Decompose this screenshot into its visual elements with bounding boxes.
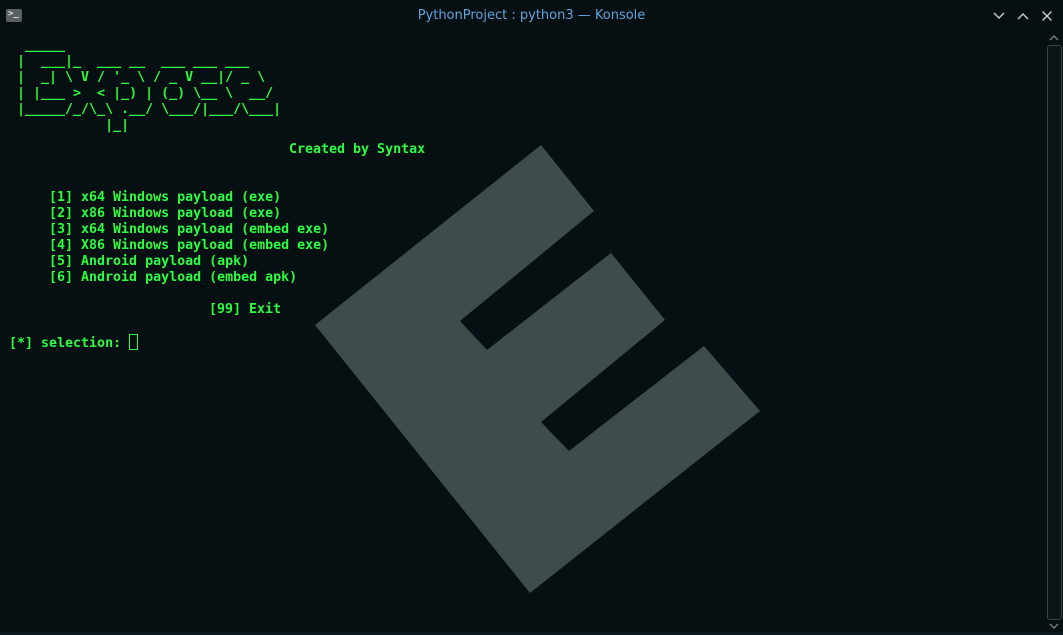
vertical-scrollbar[interactable] xyxy=(1045,32,1063,632)
credit-line: Created by Syntax xyxy=(289,142,426,157)
maximize-button[interactable] xyxy=(1015,8,1031,24)
minimize-button[interactable] xyxy=(991,8,1007,24)
watermark-logo xyxy=(315,145,760,593)
chevron-down-icon xyxy=(993,12,1005,19)
menu-option-exit: [99] Exit xyxy=(209,302,282,317)
chevron-up-icon xyxy=(1017,13,1029,20)
text-cursor[interactable] xyxy=(129,334,139,350)
watermark-e-shape xyxy=(315,145,760,593)
menu-option-3: [3] x64 Windows payload (embed exe) xyxy=(49,222,330,237)
menu-option-5: [5] Android payload (apk) xyxy=(49,254,250,269)
close-button[interactable] xyxy=(1039,8,1055,24)
prompt-label: [*] selection: xyxy=(9,336,130,351)
scrollbar-thumb[interactable] xyxy=(1047,45,1062,620)
menu-option-4: [4] X86 Windows payload (embed exe) xyxy=(49,238,330,253)
ascii-logo-line-3: | _| \ V / '_ \ / _ V __|/ _ \ xyxy=(9,70,266,85)
menu-option-1: [1] x64 Windows payload (exe) xyxy=(49,190,282,205)
prompt-line[interactable]: [*] selection: xyxy=(9,334,139,351)
ascii-logo-line-6: |_| xyxy=(9,118,130,133)
ascii-logo-line-1: _____ xyxy=(9,38,66,53)
konsole-window: >_ PythonProject : python3 — Konsole ___… xyxy=(0,0,1063,635)
scroll-up-arrow-icon[interactable] xyxy=(1046,32,1062,44)
title-bar[interactable]: >_ PythonProject : python3 — Konsole xyxy=(0,0,1063,32)
terminal-view[interactable]: _____ | ___|_ ___ __ ___ ___ ___ | _| \ … xyxy=(0,32,1045,632)
close-icon xyxy=(1042,11,1052,21)
ascii-logo-line-4: | |___ > < |_) | (_) \__ \ __/ xyxy=(9,86,274,101)
ascii-logo-line-5: |_____/_/\_\ .__/ \___/|___/\___| xyxy=(9,102,282,117)
window-title: PythonProject : python3 — Konsole xyxy=(417,8,646,23)
ascii-logo-line-2: | ___|_ ___ __ ___ ___ ___ xyxy=(9,54,250,69)
menu-option-2: [2] x86 Windows payload (exe) xyxy=(49,206,282,221)
scroll-down-arrow-icon[interactable] xyxy=(1046,620,1062,632)
menu-option-6: [6] Android payload (embed apk) xyxy=(49,270,298,285)
